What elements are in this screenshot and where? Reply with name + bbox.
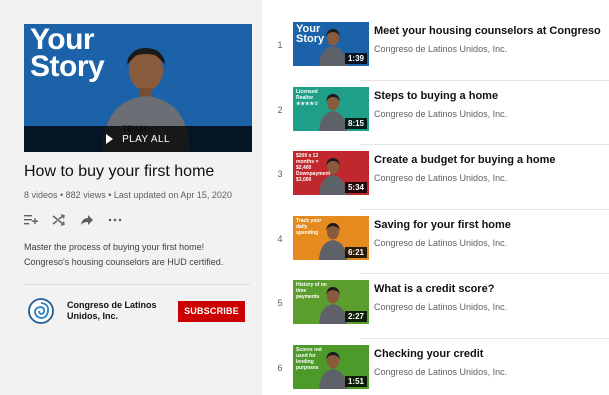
- video-title[interactable]: Steps to buying a home: [374, 90, 507, 102]
- more-options-icon[interactable]: [108, 214, 122, 226]
- divider: [24, 284, 250, 285]
- thumbnail-caption: Track your daily spending: [296, 217, 322, 236]
- video-duration: 2:27: [344, 311, 367, 322]
- video-index: 1: [277, 40, 283, 50]
- video-list-item[interactable]: 6 Scores not used for lending purposes 1…: [262, 344, 609, 395]
- playlist-owner: Congreso de Latinos Unidos, Inc. SUBSCRI…: [24, 298, 250, 324]
- video-duration: 8:15: [344, 117, 367, 129]
- divider: [361, 273, 609, 274]
- playlist-stats: 8 videos • 882 views • Last updated on A…: [24, 190, 232, 200]
- video-channel[interactable]: Congreso de Latinos Unidos, Inc.: [374, 367, 507, 377]
- video-meta: Saving for your first home Congreso de L…: [374, 216, 511, 281]
- subscribe-button[interactable]: SUBSCRIBE: [178, 300, 245, 322]
- video-thumbnail[interactable]: Scores not used for lending purposes 1:5…: [293, 344, 369, 389]
- play-all-label: PLAY ALL: [122, 133, 170, 145]
- playlist-title: How to buy your first home: [24, 163, 215, 180]
- video-meta: Checking your credit Congreso de Latinos…: [374, 345, 507, 395]
- video-duration: 6:21: [344, 246, 367, 258]
- thumbnail-caption: History of on time payments: [296, 282, 327, 300]
- video-list-item[interactable]: 5 History of on time payments 2:27 What …: [262, 280, 609, 345]
- video-meta: Create a budget for buying a home Congre…: [374, 151, 556, 216]
- video-duration: 1:39: [344, 53, 367, 64]
- video-list-item[interactable]: 1 Your Story 1:39 Meet your housing coun…: [262, 22, 609, 87]
- share-icon[interactable]: [80, 214, 94, 226]
- video-list-item[interactable]: 3 $200 x 12 months = $2,400 Downpayment …: [262, 151, 609, 216]
- video-channel[interactable]: Congreso de Latinos Unidos, Inc.: [374, 44, 601, 54]
- video-index: 6: [277, 362, 283, 373]
- playlist-description: Master the process of buying your first …: [24, 242, 224, 267]
- divider: [361, 79, 609, 81]
- video-title[interactable]: Create a budget for buying a home: [374, 154, 556, 166]
- video-thumbnail[interactable]: $200 x 12 months = $2,400 Downpayment $3…: [293, 151, 369, 195]
- channel-logo-icon[interactable]: [28, 298, 54, 324]
- video-duration: 5:34: [344, 182, 367, 193]
- divider: [361, 337, 609, 339]
- video-thumbnail[interactable]: History of on time payments 2:27: [293, 280, 369, 324]
- video-channel[interactable]: Congreso de Latinos Unidos, Inc.: [374, 109, 507, 119]
- video-list-item[interactable]: 4 Track your daily spending 6:21 Saving …: [262, 215, 609, 281]
- video-meta: Steps to buying a home Congreso de Latin…: [374, 87, 507, 152]
- play-all-button[interactable]: PLAY ALL: [24, 126, 252, 152]
- thumbnail-caption: $200 x 12 months = $2,400 Downpayment $3…: [296, 153, 331, 183]
- video-title[interactable]: Saving for your first home: [374, 219, 511, 231]
- video-thumbnail[interactable]: Track your daily spending 6:21: [293, 215, 369, 260]
- video-title[interactable]: Meet your housing counselors at Congreso: [374, 25, 601, 37]
- video-meta: Meet your housing counselors at Congreso…: [374, 22, 601, 87]
- divider: [361, 208, 609, 210]
- playlist-thumbnail[interactable]: Your Story TEAM PLAY ALL: [24, 24, 252, 152]
- video-channel[interactable]: Congreso de Latinos Unidos, Inc.: [374, 173, 556, 183]
- shuffle-icon[interactable]: [52, 214, 66, 226]
- video-title[interactable]: Checking your credit: [374, 348, 507, 360]
- video-index: 2: [277, 104, 283, 115]
- playlist-page: Your Story TEAM PLAY ALL How to buy your…: [0, 0, 609, 395]
- video-channel[interactable]: Congreso de Latinos Unidos, Inc.: [374, 238, 511, 248]
- video-meta: What is a credit score? Congreso de Lati…: [374, 280, 507, 345]
- play-icon: [106, 134, 114, 144]
- video-index: 3: [277, 169, 283, 179]
- thumbnail-caption: Scores not used for lending purposes: [296, 346, 322, 371]
- add-to-queue-icon[interactable]: [24, 214, 38, 226]
- video-title[interactable]: What is a credit score?: [374, 283, 507, 295]
- video-index: 4: [277, 233, 283, 244]
- thumbnail-caption: Licensed Realtor ★★★★☆: [296, 88, 319, 107]
- owner-name[interactable]: Congreso de Latinos Unidos, Inc.: [67, 300, 162, 322]
- playlist-actions: [24, 213, 250, 227]
- thumbnail-caption: Your Story: [296, 23, 325, 45]
- divider: [361, 144, 609, 145]
- video-channel[interactable]: Congreso de Latinos Unidos, Inc.: [374, 302, 507, 312]
- video-index: 5: [277, 298, 283, 308]
- video-list-item[interactable]: 2 Licensed Realtor ★★★★☆ 8:15 Steps to b…: [262, 86, 609, 152]
- playlist-sidebar: Your Story TEAM PLAY ALL How to buy your…: [0, 0, 262, 395]
- video-list: 1 Your Story 1:39 Meet your housing coun…: [262, 0, 609, 395]
- video-duration: 1:51: [344, 375, 367, 387]
- video-thumbnail[interactable]: Licensed Realtor ★★★★☆ 8:15: [293, 86, 369, 131]
- video-thumbnail[interactable]: Your Story 1:39: [293, 22, 369, 66]
